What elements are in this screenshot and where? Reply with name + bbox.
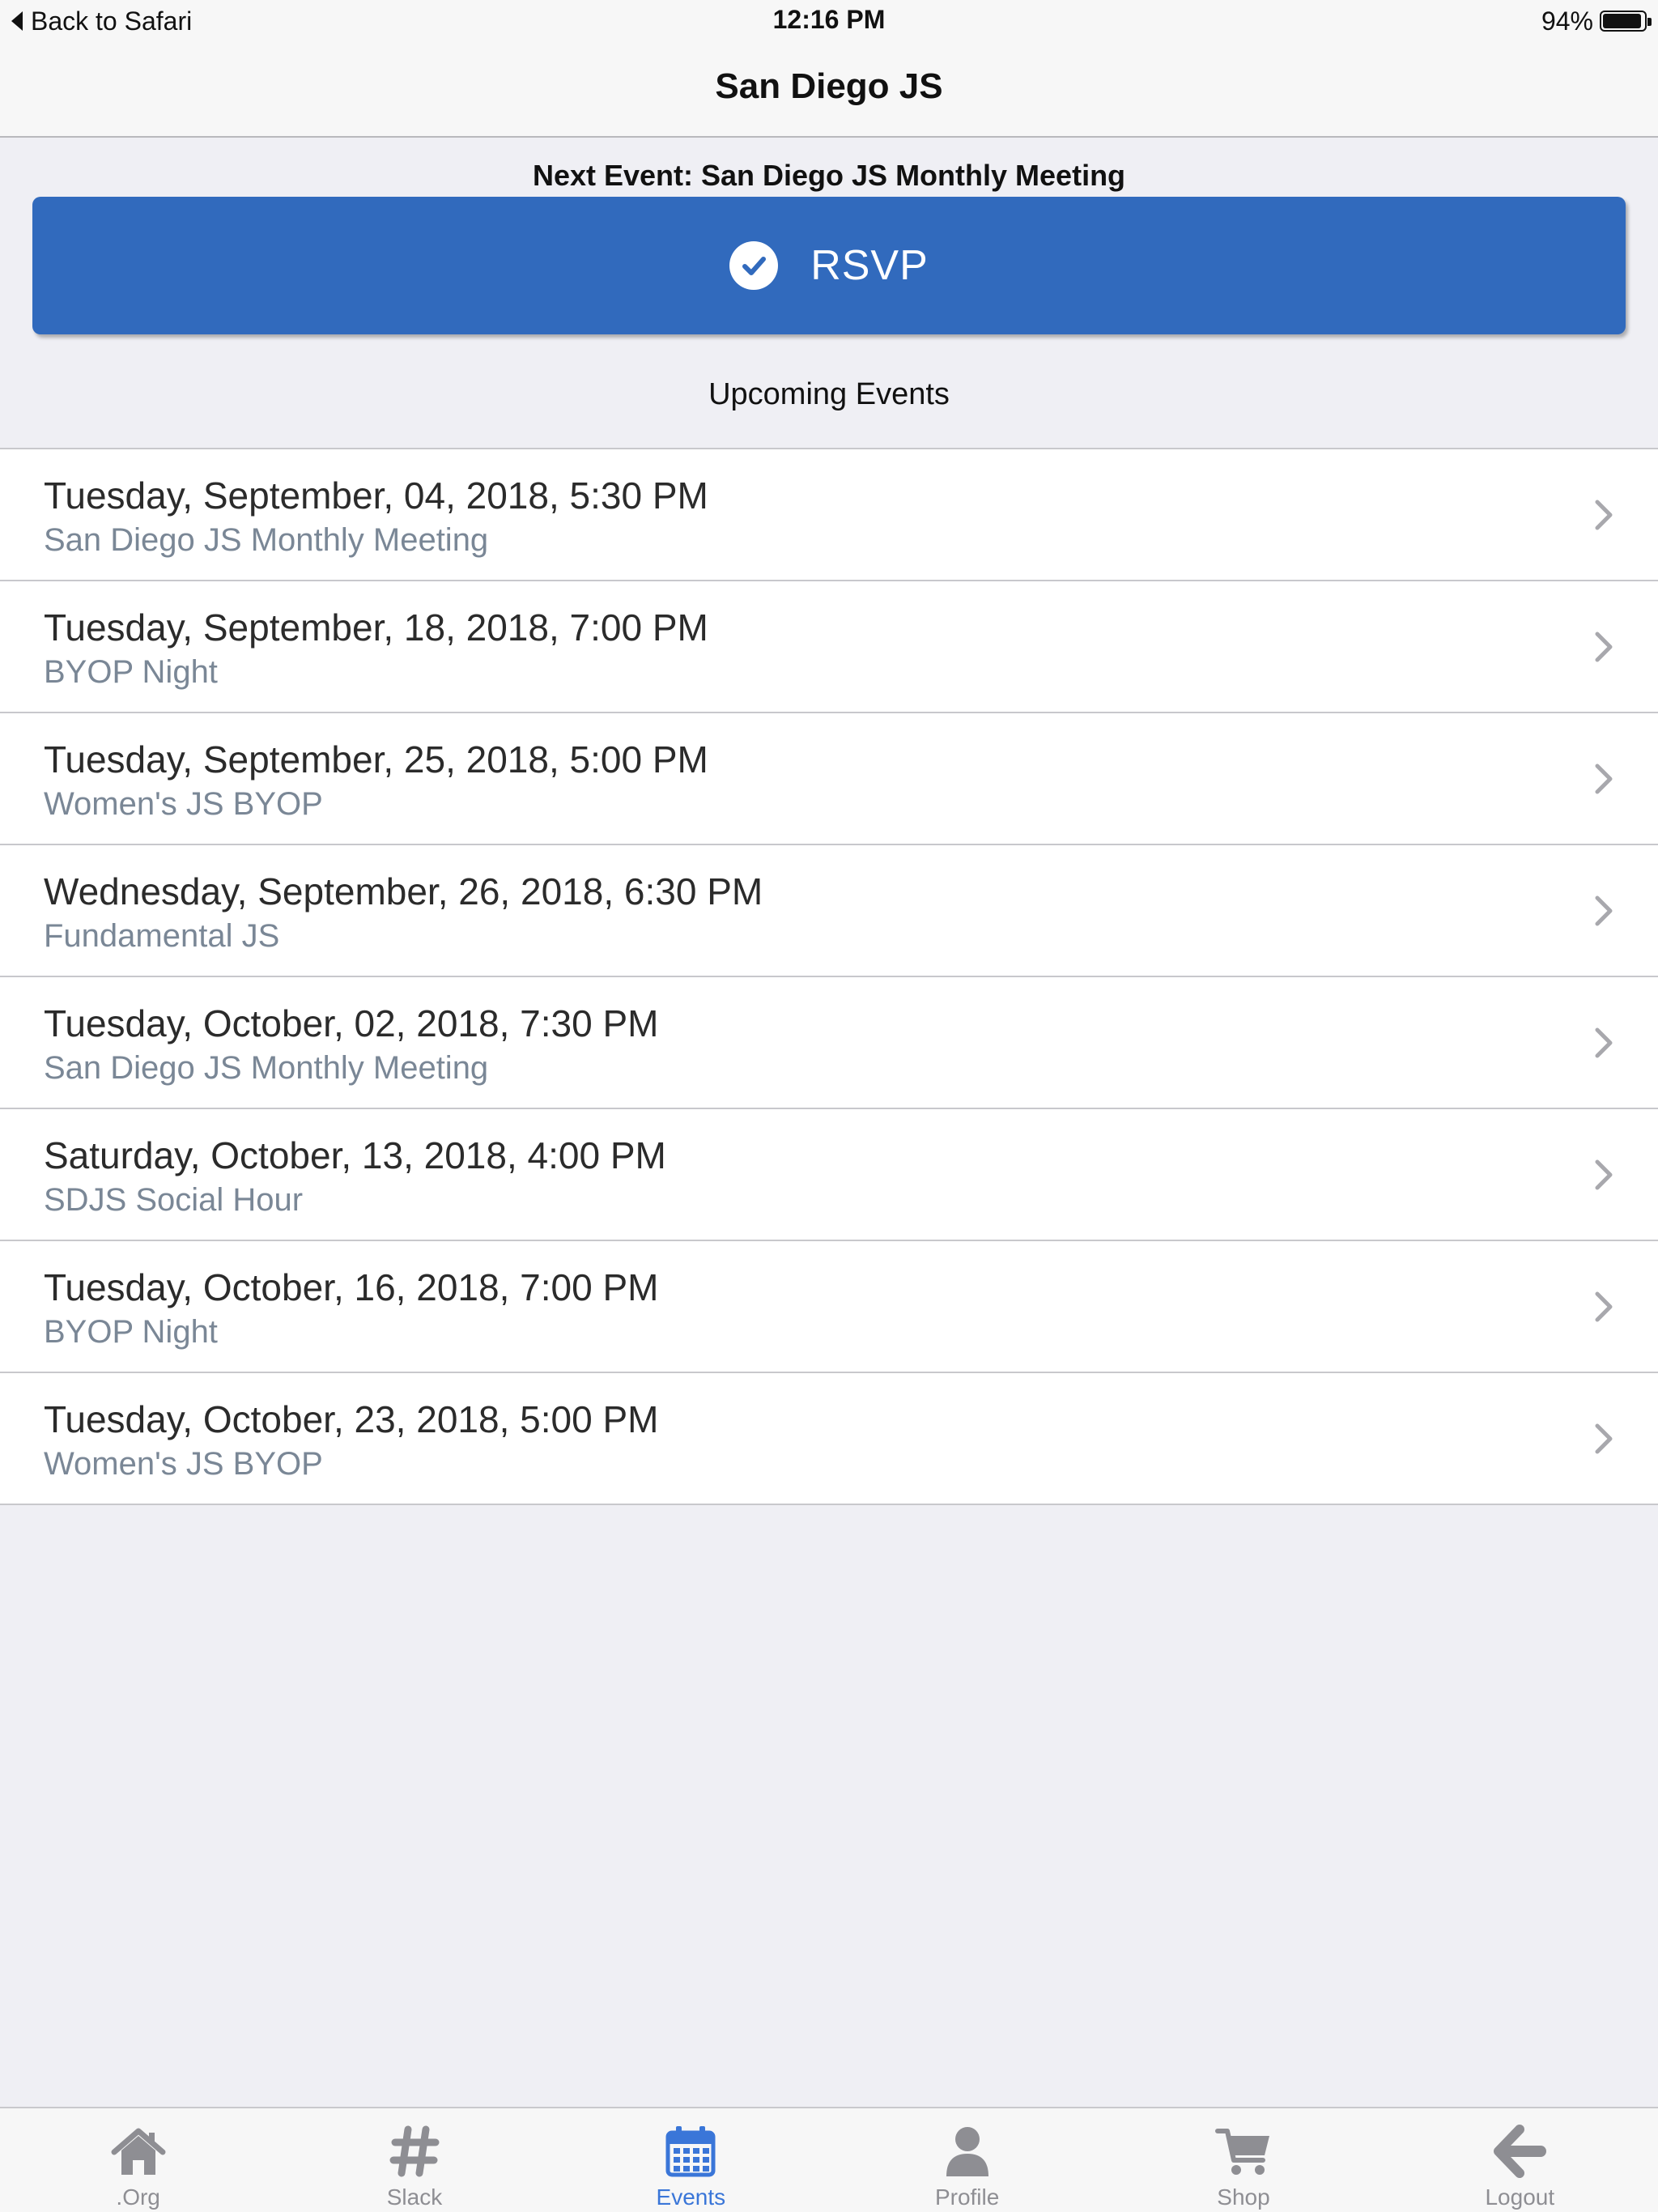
tab-events[interactable]: Events (553, 2108, 829, 2212)
event-row[interactable]: Wednesday, September, 26, 2018, 6:30 PM … (0, 845, 1658, 977)
status-time: 12:16 PM (772, 5, 886, 34)
tab-bar: .Org Slack Events Profile Shop Logout (0, 2107, 1658, 2212)
event-row[interactable]: Tuesday, October, 16, 2018, 7:00 PM BYOP… (0, 1241, 1658, 1373)
event-name: Women's JS BYOP (44, 786, 323, 822)
event-name: Women's JS BYOP (44, 1446, 323, 1482)
event-date: Tuesday, October, 16, 2018, 7:00 PM (44, 1266, 659, 1308)
event-name: BYOP Night (44, 654, 218, 690)
battery-status: 94% (1541, 5, 1652, 37)
event-row[interactable]: Tuesday, September, 04, 2018, 5:30 PM Sa… (0, 449, 1658, 581)
chevron-right-icon (1595, 500, 1613, 530)
home-icon (111, 2128, 166, 2175)
app-screen: Back to Safari 12:16 PM 94% San Diego JS… (0, 0, 1658, 2212)
tab-label: .Org (116, 2184, 160, 2210)
event-date: Saturday, October, 13, 2018, 4:00 PM (44, 1134, 666, 1176)
rsvp-label: RSVP (810, 242, 929, 289)
arrow-left-icon (1494, 2125, 1547, 2178)
upcoming-events-heading: Upcoming Events (708, 377, 950, 411)
page-title: San Diego JS (715, 66, 943, 106)
status-bar: Back to Safari 12:16 PM 94% (0, 0, 1658, 44)
check-circle-icon (729, 241, 779, 290)
chevron-right-icon (1595, 1159, 1613, 1190)
event-row[interactable]: Tuesday, September, 18, 2018, 7:00 PM BY… (0, 581, 1658, 713)
event-name: SDJS Social Hour (44, 1182, 304, 1218)
rsvp-button[interactable]: RSVP (32, 197, 1626, 334)
tab-logout[interactable]: Logout (1382, 2108, 1658, 2212)
tab-slack[interactable]: Slack (276, 2108, 552, 2212)
tab-label: Events (656, 2184, 726, 2210)
event-date: Tuesday, September, 25, 2018, 5:00 PM (44, 738, 708, 781)
tab-label: Slack (386, 2184, 443, 2210)
event-name: BYOP Night (44, 1314, 218, 1350)
chevron-right-icon (1595, 1423, 1613, 1454)
tab-label: Shop (1217, 2184, 1270, 2210)
cart-icon (1214, 2129, 1269, 2175)
tab-profile[interactable]: Profile (829, 2108, 1105, 2212)
event-date: Tuesday, September, 18, 2018, 7:00 PM (44, 606, 708, 649)
tab-org[interactable]: .Org (0, 2108, 276, 2212)
tab-shop[interactable]: Shop (1105, 2108, 1381, 2212)
top-bar: Back to Safari 12:16 PM 94% San Diego JS (0, 0, 1658, 138)
next-event-label: Next Event: San Diego JS Monthly Meeting (532, 159, 1126, 192)
tab-label: Profile (934, 2184, 1000, 2210)
event-name: San Diego JS Monthly Meeting (44, 1050, 489, 1086)
events-list: Tuesday, September, 04, 2018, 5:30 PM Sa… (0, 448, 1658, 1505)
chevron-right-icon (1595, 632, 1613, 662)
chevron-right-icon (1595, 1027, 1613, 1058)
event-row[interactable]: Saturday, October, 13, 2018, 4:00 PM SDJ… (0, 1109, 1658, 1241)
user-icon (946, 2127, 988, 2176)
battery-icon (1600, 11, 1652, 32)
hashtag-icon (389, 2125, 440, 2177)
chevron-right-icon (1595, 1291, 1613, 1322)
chevron-right-icon (1595, 764, 1613, 794)
calendar-icon (665, 2126, 716, 2177)
battery-percent: 94% (1541, 6, 1593, 36)
event-date: Tuesday, October, 02, 2018, 7:30 PM (44, 1002, 659, 1044)
event-row[interactable]: Tuesday, October, 23, 2018, 5:00 PM Wome… (0, 1373, 1658, 1505)
event-date: Tuesday, October, 23, 2018, 5:00 PM (44, 1398, 659, 1440)
event-name: San Diego JS Monthly Meeting (44, 522, 489, 558)
tab-label: Logout (1485, 2184, 1555, 2210)
event-name: Fundamental JS (44, 918, 280, 954)
event-row[interactable]: Tuesday, October, 02, 2018, 7:30 PM San … (0, 977, 1658, 1109)
event-date: Wednesday, September, 26, 2018, 6:30 PM (44, 870, 763, 912)
event-date: Tuesday, September, 04, 2018, 5:30 PM (44, 474, 708, 517)
chevron-right-icon (1595, 895, 1613, 926)
event-row[interactable]: Tuesday, September, 25, 2018, 5:00 PM Wo… (0, 713, 1658, 845)
